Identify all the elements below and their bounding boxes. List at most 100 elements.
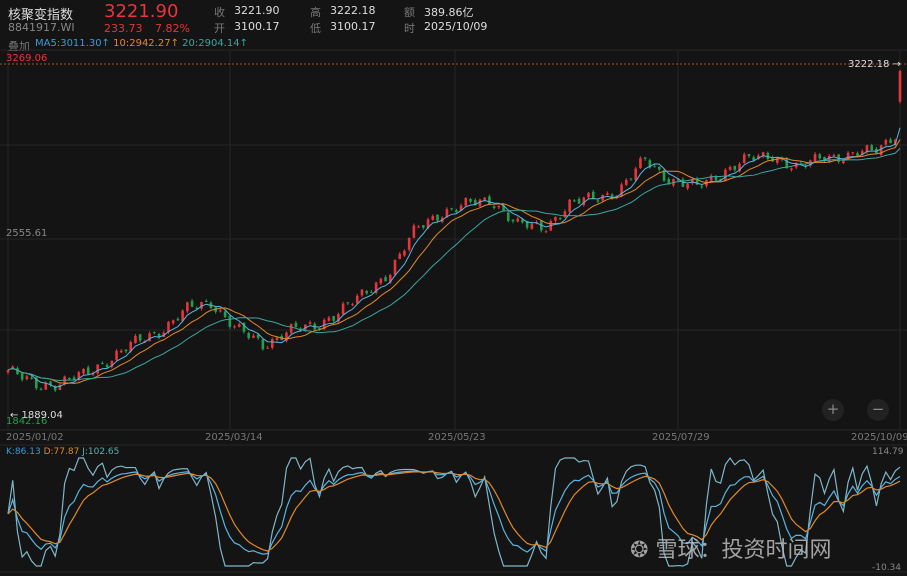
- candle: [587, 192, 590, 198]
- zoom-in-button[interactable]: +: [822, 399, 844, 421]
- candle: [724, 169, 727, 181]
- candle: [577, 198, 581, 204]
- candle: [308, 322, 312, 324]
- candle: [355, 295, 359, 304]
- candle: [289, 324, 293, 333]
- candle: [506, 212, 510, 221]
- candle: [341, 303, 345, 315]
- x-tick-label: 2025/10/09: [851, 432, 907, 443]
- candle: [851, 152, 855, 154]
- candle: [186, 302, 189, 312]
- candle: [492, 206, 496, 208]
- candle: [6, 369, 10, 373]
- x-tick-label: 2025/01/02: [6, 432, 64, 443]
- candle: [431, 216, 435, 220]
- candle: [393, 259, 397, 275]
- zoom-out-button[interactable]: −: [867, 399, 889, 421]
- candle: [275, 337, 279, 340]
- candle: [247, 333, 250, 339]
- candle: [832, 155, 836, 157]
- mid-price-label: 2555.61: [6, 228, 48, 239]
- candle: [360, 289, 364, 296]
- candle: [450, 208, 453, 210]
- candle: [714, 176, 718, 181]
- kdj-d: D:77.87: [43, 447, 80, 457]
- candle: [544, 231, 548, 233]
- candle: [270, 338, 274, 348]
- candle: [252, 335, 255, 338]
- candle: [96, 364, 99, 374]
- candle: [530, 223, 534, 229]
- kline-chart[interactable]: [0, 0, 907, 576]
- candle: [148, 333, 151, 342]
- last-high-label: 3222.18 →: [848, 59, 901, 70]
- kdj-legend: K:86.13 D:77.87 J:102.65: [6, 447, 119, 457]
- candle: [766, 152, 770, 160]
- candle: [25, 376, 29, 380]
- candle: [870, 145, 873, 151]
- candle: [511, 219, 515, 222]
- candle: [436, 214, 439, 221]
- candle: [398, 253, 402, 259]
- candle: [68, 378, 71, 380]
- candle: [629, 178, 633, 180]
- candle: [327, 317, 331, 321]
- candle: [686, 184, 689, 189]
- candle: [233, 326, 236, 328]
- ma5-line: [7, 127, 901, 388]
- candle: [101, 363, 104, 365]
- candle: [469, 199, 472, 202]
- candle: [403, 250, 406, 256]
- candle: [898, 70, 902, 102]
- candle: [742, 154, 746, 164]
- candle: [728, 166, 732, 170]
- ma20-line: [7, 147, 901, 381]
- candle: [422, 225, 425, 228]
- kdj-min-label: -10.34: [872, 563, 902, 573]
- candle: [384, 277, 387, 282]
- candle: [407, 237, 411, 250]
- candle: [379, 278, 383, 284]
- candle: [889, 139, 892, 144]
- kdj-max-label: 114.79: [872, 447, 904, 457]
- candle: [700, 186, 704, 188]
- candle: [351, 304, 354, 306]
- candle: [153, 332, 156, 334]
- ma10-line: [7, 139, 901, 384]
- candle: [219, 310, 222, 312]
- candle: [733, 165, 737, 170]
- candle: [813, 154, 817, 162]
- candle: [818, 154, 822, 159]
- candle: [119, 350, 123, 353]
- candle: [176, 319, 180, 321]
- x-tick-label: 2025/07/29: [652, 432, 710, 443]
- candle: [643, 157, 647, 159]
- candle: [596, 200, 600, 202]
- candle: [842, 160, 845, 164]
- candle: [488, 196, 491, 205]
- snowball-logo-icon: ❂: [630, 538, 656, 563]
- candle: [223, 311, 227, 318]
- candle: [606, 193, 609, 195]
- candle: [39, 388, 43, 390]
- candle: [346, 302, 350, 304]
- candle: [332, 316, 335, 321]
- candle: [455, 210, 458, 212]
- candle: [573, 200, 576, 202]
- low-marker-label: ← 1889.04: [10, 410, 63, 421]
- candle: [634, 168, 638, 181]
- max-price-label: 3269.06: [6, 53, 48, 64]
- candle: [464, 197, 468, 206]
- candle: [237, 324, 241, 327]
- candle: [82, 368, 85, 374]
- candle: [115, 350, 118, 360]
- candle: [171, 320, 175, 324]
- candle: [653, 166, 656, 168]
- candle: [20, 373, 24, 380]
- candle: [554, 216, 557, 221]
- candle: [558, 218, 562, 220]
- candle: [790, 168, 793, 170]
- candle: [681, 179, 685, 187]
- candle: [639, 158, 642, 169]
- candle: [591, 191, 595, 199]
